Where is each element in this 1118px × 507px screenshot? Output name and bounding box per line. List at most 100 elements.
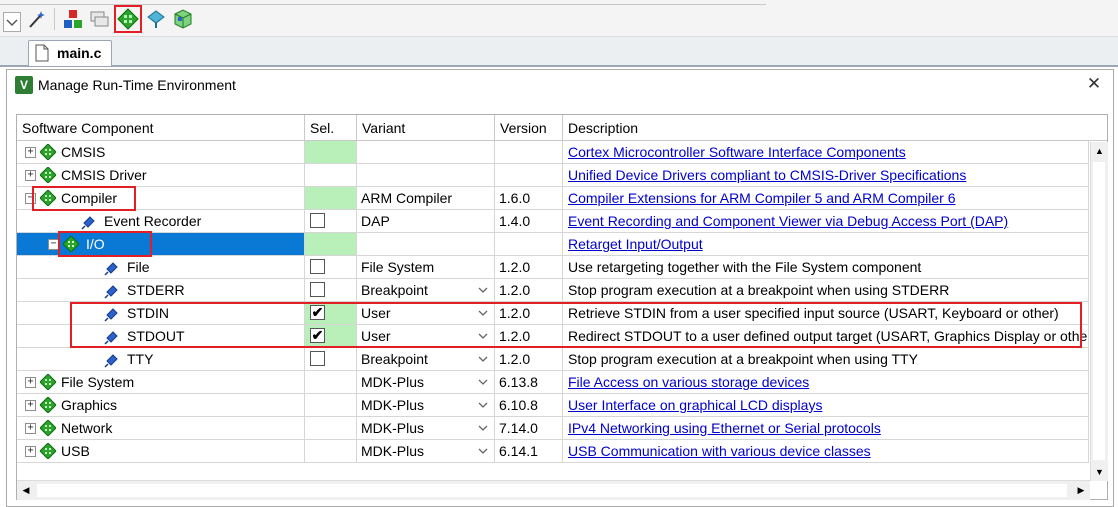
description-link[interactable]: Retarget Input/Output — [563, 233, 1089, 256]
component-cell[interactable]: STDERR — [17, 279, 305, 302]
manage-rte-icon[interactable] — [114, 5, 142, 33]
expand-icon[interactable]: + — [25, 446, 36, 457]
version-cell: 1.4.0 — [495, 210, 563, 233]
description-text[interactable]: IPv4 Networking using Ethernet or Serial… — [568, 420, 881, 436]
sel-cell — [305, 394, 357, 417]
description-link[interactable]: User Interface on graphical LCD displays — [563, 394, 1089, 417]
chevron-down-icon[interactable] — [475, 396, 491, 414]
header-variant[interactable]: Variant — [357, 115, 495, 141]
horizontal-scroll-thumb[interactable] — [37, 484, 1067, 497]
select-checkbox[interactable] — [310, 282, 325, 297]
expand-icon[interactable]: + — [25, 400, 36, 411]
chevron-down-icon[interactable] — [475, 281, 491, 299]
wand-icon[interactable] — [26, 8, 48, 30]
description-link[interactable]: IPv4 Networking using Ethernet or Serial… — [563, 417, 1089, 440]
description-text[interactable]: Cortex Microcontroller Software Interfac… — [568, 144, 906, 160]
layers-icon[interactable] — [88, 8, 110, 30]
expand-icon[interactable]: + — [25, 423, 36, 434]
component-cell[interactable]: TTY — [17, 348, 305, 371]
description-text: Stop program execution at a breakpoint w… — [568, 351, 918, 367]
variant-cell[interactable]: MDK-Plus — [357, 394, 495, 417]
component-cell[interactable]: + USB — [17, 440, 305, 463]
variant-value: MDK-Plus — [361, 397, 425, 413]
table-row[interactable]: Event Recorder DAP 1.4.0 Event Recording an… — [17, 210, 1089, 233]
scroll-left-icon[interactable]: ◀ — [17, 481, 35, 500]
description-link[interactable]: Compiler Extensions for ARM Compiler 5 a… — [563, 187, 1089, 210]
variant-cell[interactable]: MDK-Plus — [357, 371, 495, 394]
table-row[interactable]: + CMSIS Cortex Microcontroller Software In… — [17, 141, 1089, 164]
description-text[interactable]: USB Communication with various device cl… — [568, 443, 871, 459]
sel-cell[interactable] — [305, 210, 357, 233]
chevron-down-icon[interactable] — [475, 373, 491, 391]
scroll-up-icon[interactable]: ▲ — [1091, 142, 1108, 160]
description-link[interactable]: Event Recording and Component Viewer via… — [563, 210, 1089, 233]
version-cell: 7.14.0 — [495, 417, 563, 440]
table-row[interactable]: File File System 1.2.0 Use retargeting toge… — [17, 256, 1089, 279]
table-row[interactable]: + File System MDK-Plus 6.13.8 File Access on… — [17, 371, 1089, 394]
table-row[interactable]: + USB MDK-Plus 6.14.1 USB Communication with… — [17, 440, 1089, 463]
table-row[interactable]: + CMSIS Driver Unified Device Drivers comp… — [17, 164, 1089, 187]
description-text[interactable]: Unified Device Drivers compliant to CMSI… — [568, 167, 966, 183]
component-cell[interactable]: File — [17, 256, 305, 279]
select-checkbox[interactable] — [310, 213, 325, 228]
sel-cell[interactable] — [305, 279, 357, 302]
variant-cell[interactable]: Breakpoint — [357, 348, 495, 371]
file-icon — [35, 44, 49, 62]
table-row[interactable]: + Graphics MDK-Plus 6.10.8 User Interface on… — [17, 394, 1089, 417]
variant-cell[interactable]: Breakpoint — [357, 279, 495, 302]
components-icon[interactable] — [62, 8, 84, 30]
table-row[interactable]: STDERR Breakpoint 1.2.0 Stop program execut… — [17, 279, 1089, 302]
table-row[interactable]: TTY Breakpoint 1.2.0 Stop program execution… — [17, 348, 1089, 371]
component-name: File System — [61, 374, 135, 390]
description-text[interactable]: Compiler Extensions for ARM Compiler 5 a… — [568, 190, 955, 206]
sel-cell[interactable] — [305, 256, 357, 279]
description-text[interactable]: User Interface on graphical LCD displays — [568, 397, 822, 413]
description-text[interactable]: Retarget Input/Output — [568, 236, 703, 252]
header-sel[interactable]: Sel. — [305, 115, 357, 141]
header-software-component[interactable]: Software Component — [17, 115, 305, 141]
scroll-down-icon[interactable]: ▼ — [1091, 463, 1108, 481]
select-checkbox[interactable] — [310, 259, 325, 274]
header-description[interactable]: Description — [563, 115, 1107, 141]
horizontal-scrollbar[interactable]: ◀ ▶ — [17, 480, 1090, 500]
variant-cell[interactable]: MDK-Plus — [357, 440, 495, 463]
description-text[interactable]: File Access on various storage devices — [568, 374, 809, 390]
select-checkbox[interactable] — [310, 351, 325, 366]
variant-cell — [357, 141, 495, 164]
table-row[interactable]: − I/O Retarget Input/Output — [17, 233, 1089, 256]
expand-icon[interactable]: + — [25, 170, 36, 181]
expand-icon[interactable]: + — [25, 377, 36, 388]
sel-cell — [305, 164, 357, 187]
component-cell[interactable]: + Network — [17, 417, 305, 440]
description-link[interactable]: Unified Device Drivers compliant to CMSI… — [563, 164, 1089, 187]
table-row[interactable]: + Network MDK-Plus 7.14.0 IPv4 Networking us… — [17, 417, 1089, 440]
chevron-down-icon[interactable] — [475, 442, 491, 460]
dialog-title: Manage Run-Time Environment — [38, 77, 236, 93]
chevron-down-icon[interactable] — [475, 419, 491, 437]
component-cell[interactable]: + Graphics — [17, 394, 305, 417]
scroll-right-icon[interactable]: ▶ — [1072, 481, 1090, 500]
variant-cell[interactable]: MDK-Plus — [357, 417, 495, 440]
tab-main-c[interactable]: main.c — [28, 40, 112, 66]
component-cell[interactable]: + CMSIS — [17, 141, 305, 164]
chevron-down-icon[interactable] — [475, 350, 491, 368]
dropdown-icon[interactable] — [3, 12, 21, 32]
table-row[interactable]: − Compiler ARM Compiler 1.6.0 Compiler Exten… — [17, 187, 1089, 210]
pack-select-icon[interactable] — [145, 8, 167, 30]
component-cell[interactable]: + CMSIS Driver — [17, 164, 305, 187]
description-text[interactable]: Event Recording and Component Viewer via… — [568, 213, 1008, 229]
expand-icon[interactable]: + — [25, 147, 36, 158]
description-link[interactable]: USB Communication with various device cl… — [563, 440, 1089, 463]
sel-cell[interactable] — [305, 348, 357, 371]
component-gem-icon — [39, 373, 57, 391]
vertical-scroll-thumb[interactable] — [1093, 162, 1105, 460]
close-icon[interactable]: ✕ — [1083, 73, 1105, 95]
description-link[interactable]: File Access on various storage devices — [563, 371, 1089, 394]
component-cell[interactable]: + File System — [17, 371, 305, 394]
vertical-scrollbar[interactable]: ▲ ▼ — [1090, 142, 1108, 481]
description-link[interactable]: Cortex Microcontroller Software Interfac… — [563, 141, 1089, 164]
component-cell[interactable]: Event Recorder — [17, 210, 305, 233]
variant-cell — [357, 233, 495, 256]
pack-installer-icon[interactable] — [172, 8, 194, 30]
header-version[interactable]: Version — [495, 115, 563, 141]
